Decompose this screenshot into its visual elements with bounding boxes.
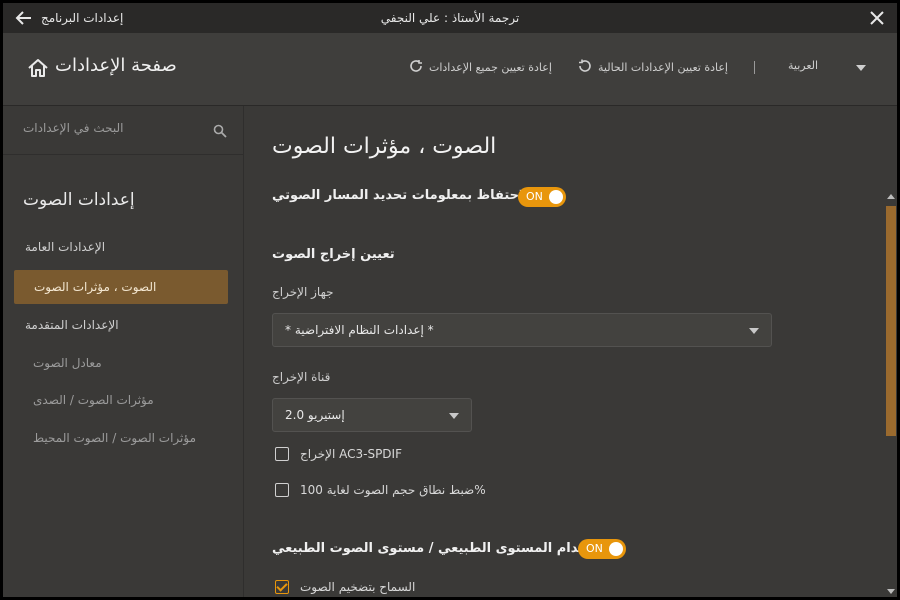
ac3-spdif-label: الإخراج AC3-SPDIF	[300, 447, 402, 461]
keep-track-info-toggle[interactable]: ON	[518, 187, 566, 207]
search-icon[interactable]	[213, 123, 227, 138]
sidebar-item-surround[interactable]: مؤثرات الصوت / الصوت المحيط	[33, 431, 196, 445]
sidebar: البحث في الإعدادات إعدادات الصوت الإعداد…	[3, 106, 244, 597]
search-input[interactable]: البحث في الإعدادات	[23, 121, 123, 135]
window-title: ترجمة الأستاذ : علي النجفي	[380, 11, 520, 25]
volume-range-label: ضبط نطاق حجم الصوت لغاية 100%	[300, 483, 486, 497]
output-device-value: * إعدادات النظام الافتراضية *	[285, 323, 434, 337]
toggle-state: ON	[586, 542, 603, 555]
output-section-title: تعيين إخراج الصوت	[272, 247, 395, 262]
sidebar-item-advanced[interactable]: الإعدادات المتقدمة	[25, 318, 119, 332]
settings-content: الصوت ، مؤثرات الصوت الإحتفاظ بمعلومات ت…	[244, 106, 897, 597]
keep-track-info-label: الإحتفاظ بمعلومات تحديد المسار الصوتي	[272, 188, 534, 203]
output-channel-label: قناة الإخراج	[272, 370, 331, 384]
scroll-down-icon[interactable]	[887, 589, 895, 594]
language-label: العربية	[788, 59, 819, 72]
output-channel-select[interactable]: 2.0 إستيريو	[272, 398, 472, 432]
sidebar-item-echo[interactable]: مؤثرات الصوت / الصدى	[33, 393, 154, 407]
sidebar-section-title: إعدادات الصوت	[23, 190, 135, 210]
language-select[interactable]: العربية	[788, 59, 818, 72]
title-bar: إعدادات البرنامج ترجمة الأستاذ : علي الن…	[3, 3, 897, 33]
toggle-knob	[549, 190, 563, 204]
sidebar-item-equalizer[interactable]: معادل الصوت	[33, 356, 102, 370]
scrollbar-thumb[interactable]	[886, 206, 896, 436]
header-separator	[754, 61, 755, 74]
refresh-icon	[409, 59, 423, 76]
chevron-down-icon	[449, 413, 459, 419]
search-box[interactable]: البحث في الإعدادات	[3, 106, 243, 155]
allow-amplify-checkbox[interactable]	[275, 580, 289, 594]
reset-current-button[interactable]: إعادة تعيين الإعدادات الحالية	[578, 59, 728, 76]
allow-amplify-label: السماح بتضخيم الصوت	[300, 580, 416, 594]
normal-level-toggle[interactable]: ON	[578, 539, 626, 559]
settings-header: صفحة الإعدادات إعادة تعيين جميع الإعدادا…	[3, 33, 897, 106]
volume-range-checkbox[interactable]	[275, 483, 289, 497]
toggle-state: ON	[526, 190, 543, 203]
normal-level-label: إستخدام المستوى الطبيعي / مستوى الصوت ال…	[272, 541, 611, 556]
home-title: صفحة الإعدادات	[55, 55, 177, 76]
sidebar-item-audio-effects[interactable]: الصوت ، مؤثرات الصوت	[14, 270, 228, 304]
scroll-up-icon[interactable]	[887, 194, 895, 199]
output-channel-value: 2.0 إستيريو	[285, 408, 345, 422]
sidebar-item-general[interactable]: الإعدادات العامة	[25, 240, 105, 254]
reset-icon	[578, 59, 592, 76]
output-device-select[interactable]: * إعدادات النظام الافتراضية *	[272, 313, 772, 347]
toggle-knob	[609, 542, 623, 556]
home-icon[interactable]	[27, 57, 49, 79]
ac3-spdif-checkbox[interactable]	[275, 447, 289, 461]
reset-all-button[interactable]: إعادة تعيين جميع الإعدادات	[409, 59, 552, 76]
settings-window: إعدادات البرنامج ترجمة الأستاذ : علي الن…	[3, 3, 897, 597]
reset-all-label: إعادة تعيين جميع الإعدادات	[429, 61, 552, 74]
chevron-down-icon[interactable]	[856, 65, 866, 71]
reset-current-label: إعادة تعيين الإعدادات الحالية	[598, 61, 728, 74]
output-device-label: جهاز الإخراج	[272, 285, 334, 299]
chevron-down-icon	[749, 328, 759, 334]
page-title: الصوت ، مؤثرات الصوت	[272, 134, 497, 159]
close-icon[interactable]	[867, 8, 887, 28]
